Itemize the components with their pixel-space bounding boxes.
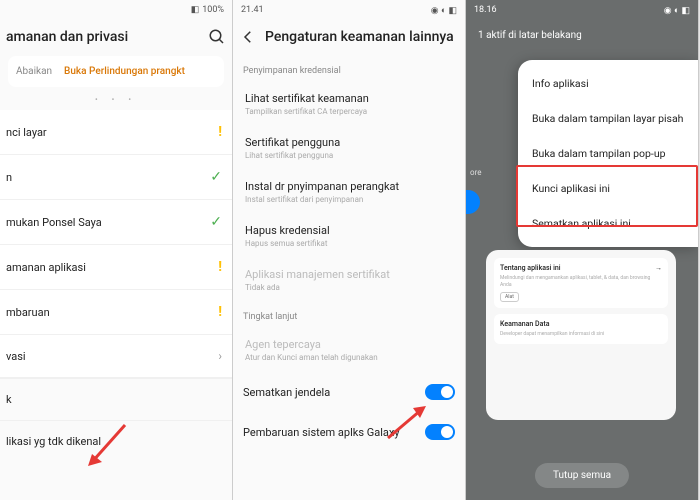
setting-pin-windows[interactable]: Sematkan jendela <box>233 372 465 412</box>
screen-header: amanan dan privasi <box>0 20 232 56</box>
menu-pin-app[interactable]: Sematkan aplikasi ini <box>518 206 698 241</box>
status-icons: ◉ ◐ ◧ <box>664 5 690 16</box>
recent-app-card[interactable]: Tentang aplikasi ini → Melindungi dan me… <box>486 250 676 420</box>
card-section-title: Keamanan Data <box>500 320 549 328</box>
status-bar: 18.16 ◉ ◐ ◧ <box>466 0 698 20</box>
setting-item-k[interactable]: k <box>0 378 232 420</box>
setting-find-my-phone[interactable]: mukan Ponsel Saya ✓ <box>0 200 232 245</box>
setting-install-from-storage[interactable]: Instal dr pnyimpanan perangkat Instal se… <box>233 170 465 214</box>
section-credential-storage: Penyimpanan kredensial <box>233 56 465 82</box>
screen-security-privacy: ◧ 100% amanan dan privasi Abaikan Buka P… <box>0 0 233 500</box>
toggle-switch[interactable] <box>425 384 455 400</box>
status-time: 21.41 <box>241 5 264 15</box>
menu-split-screen[interactable]: Buka dalam tampilan layar pisah <box>518 101 698 136</box>
menu-popup-view[interactable]: Buka dalam tampilan pop-up <box>518 136 698 171</box>
setting-unknown-apps[interactable]: likasi yg tdk dikenal <box>0 420 232 462</box>
protection-banner: Abaikan Buka Perlindungan prangkt <box>8 56 224 87</box>
background-apps-label[interactable]: 1 aktif di latar belakang <box>466 20 698 51</box>
card-description: Melindungi dan mengamankan aplikasi, tab… <box>500 275 662 288</box>
close-all-button[interactable]: Tutup semua <box>535 463 629 488</box>
setting-app-security[interactable]: amanan aplikasi ! <box>0 245 232 290</box>
screen-other-security-settings: 21.41 ◉ ◐ ◧ Pengaturan keamanan lainnya … <box>233 0 466 500</box>
setting-cert-management-app: Aplikasi manajemen sertifikat Tidak ada <box>233 258 465 302</box>
toggle-switch[interactable] <box>425 424 455 440</box>
section-advanced: Tingkat lanjut <box>233 302 465 328</box>
card-section-desc: Developer dapat menampilkan informasi di… <box>500 331 662 338</box>
check-icon: ✓ <box>210 214 222 230</box>
status-icons: ◉ ◐ ◧ <box>431 5 457 16</box>
setting-user-certs[interactable]: Sertifikat pengguna Lihat sertifikat pen… <box>233 126 465 170</box>
setting-item[interactable]: n ✓ <box>0 155 232 200</box>
dismiss-button[interactable]: Abaikan <box>16 66 52 77</box>
setting-trusted-agents: Agen tepercaya Atur dan Kunci aman telah… <box>233 328 465 372</box>
card-title: Tentang aplikasi ini <box>500 264 561 272</box>
chevron-right-icon: › <box>218 349 222 363</box>
arrow-right-icon: → <box>655 264 662 272</box>
status-bar: 21.41 ◉ ◐ ◧ <box>233 0 465 20</box>
app-context-menu: Info aplikasi Buka dalam tampilan layar … <box>518 60 698 247</box>
menu-lock-app[interactable]: Kunci aplikasi ini <box>518 171 698 206</box>
setting-privacy[interactable]: vasi › <box>0 335 232 378</box>
setting-lock-screen[interactable]: nci layar ! <box>0 110 232 155</box>
settings-list: nci layar ! n ✓ mukan Ponsel Saya ✓ aman… <box>0 110 232 378</box>
warning-icon: ! <box>218 124 222 140</box>
app-label-fragment: ore <box>470 168 481 177</box>
setting-view-security-certs[interactable]: Lihat sertifikat keamanan Tampilkan sert… <box>233 82 465 126</box>
status-time: 18.16 <box>474 5 497 15</box>
back-icon[interactable] <box>239 28 257 46</box>
category-pill: Alat <box>500 292 519 302</box>
status-bar: ◧ 100% <box>0 0 232 20</box>
warning-icon: ! <box>218 259 222 275</box>
screen-recents: 18.16 ◉ ◐ ◧ 1 aktif di latar belakang or… <box>466 0 699 500</box>
screen-header: Pengaturan keamanan lainnya <box>233 20 465 56</box>
open-protection-button[interactable]: Buka Perlindungan prangkt <box>64 66 185 77</box>
menu-app-info[interactable]: Info aplikasi <box>518 66 698 101</box>
setting-clear-credentials[interactable]: Hapus kredensial Hapus semua sertifikat <box>233 214 465 258</box>
page-title: amanan dan privasi <box>6 29 200 45</box>
search-icon[interactable] <box>208 28 226 46</box>
setting-galaxy-system-update[interactable]: Pembaruan sistem aplks Galaxy <box>233 412 465 452</box>
setting-updates[interactable]: mbaruan ! <box>0 290 232 335</box>
toggle-edge <box>466 190 480 214</box>
page-indicator: • • • <box>0 95 232 104</box>
check-icon: ✓ <box>210 169 222 185</box>
warning-icon: ! <box>218 304 222 320</box>
page-title: Pengaturan keamanan lainnya <box>265 29 459 45</box>
status-battery: ◧ 100% <box>191 5 224 15</box>
